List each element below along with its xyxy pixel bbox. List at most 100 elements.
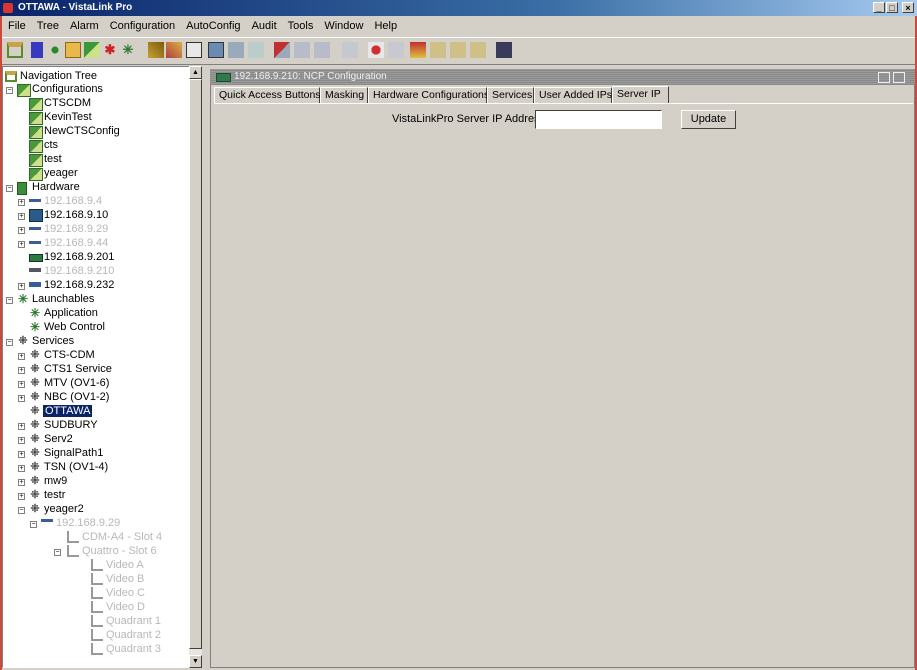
expand-service[interactable]: + <box>18 395 25 402</box>
alarm-icon[interactable]: ✱ <box>102 42 118 58</box>
alarm-config-icon[interactable] <box>274 42 290 58</box>
restore-icon[interactable] <box>878 72 890 83</box>
tree-scrollbar[interactable]: ▲ ▼ <box>189 66 202 668</box>
tree-device-item[interactable]: 192.168.9.29 <box>56 516 120 530</box>
tree-configurations[interactable]: Configurations <box>32 82 103 96</box>
tree-channel-item[interactable]: Video D <box>106 600 145 614</box>
tree-service-item[interactable]: CTS-CDM <box>44 348 95 362</box>
tree-config-item[interactable]: NewCTSConfig <box>44 124 120 138</box>
expand-service[interactable]: + <box>18 423 25 430</box>
menu-tree[interactable]: Tree <box>31 17 64 32</box>
device-icon[interactable] <box>31 42 43 58</box>
tree-hardware-item[interactable]: 192.168.9.232 <box>44 278 114 292</box>
tree-service-item[interactable]: mw9 <box>44 474 67 488</box>
filter-icon[interactable] <box>228 42 244 58</box>
tab-quick-access-buttons[interactable]: Quick Access Buttons <box>214 87 321 103</box>
menu-tools[interactable]: Tools <box>282 17 319 32</box>
maximize-icon[interactable] <box>893 72 905 83</box>
collapse-launchables[interactable]: − <box>6 297 13 304</box>
tab-user-added-ips[interactable]: User Added IPs <box>534 87 612 103</box>
expand-service[interactable]: + <box>18 353 25 360</box>
tree-launchable-item[interactable]: Application <box>44 306 98 320</box>
collapse-service[interactable]: − <box>18 507 25 514</box>
configuration-icon[interactable] <box>84 42 100 58</box>
open-folder-icon[interactable] <box>65 42 81 58</box>
tree-channel-item[interactable]: Video B <box>106 572 144 586</box>
tree-channel-item[interactable]: Video A <box>106 558 144 572</box>
alarm-log-icon[interactable] <box>314 42 330 58</box>
tree-service-item[interactable]: SignalPath1 <box>44 446 103 460</box>
tree-service-item[interactable]: CTS1 Service <box>44 362 112 376</box>
launch-icon[interactable]: ✳ <box>120 42 136 58</box>
menu-autoconfig[interactable]: AutoConfig <box>180 17 245 32</box>
scroll-up-icon[interactable]: ▲ <box>189 66 202 79</box>
tree-service-item[interactable]: Serv2 <box>44 432 73 446</box>
collapse-configurations[interactable]: − <box>6 87 13 94</box>
windows-icon[interactable] <box>470 42 486 58</box>
tree-channel-item[interactable]: Quadrant 2 <box>106 628 161 642</box>
scroll-down-icon[interactable]: ▼ <box>189 655 202 668</box>
menu-configuration[interactable]: Configuration <box>104 17 180 32</box>
maximize-button[interactable]: □ <box>886 2 898 13</box>
minimize-button[interactable]: _ <box>873 2 885 13</box>
tree-service-item[interactable]: MTV (OV1-6) <box>44 376 109 390</box>
tree-launchable-item[interactable]: Web Control <box>44 320 105 334</box>
tree-service-item[interactable]: testr <box>44 488 65 502</box>
tree-root-label[interactable]: Navigation Tree <box>20 69 97 83</box>
expand-service[interactable]: + <box>18 367 25 374</box>
tree-service-item[interactable]: SUDBURY <box>44 418 98 432</box>
expand-service[interactable]: + <box>18 451 25 458</box>
tree-hardware-item[interactable]: 192.168.9.10 <box>44 208 108 222</box>
tools-icon[interactable] <box>388 42 404 58</box>
expand-device[interactable]: + <box>18 213 25 220</box>
tile-icon[interactable] <box>430 42 446 58</box>
tab-server-ip[interactable]: Server IP <box>612 86 669 104</box>
tree-hardware-item[interactable]: 192.168.9.4 <box>44 194 102 208</box>
window-icon[interactable] <box>186 42 202 58</box>
tree-hardware-item[interactable]: 192.168.9.210 <box>44 264 114 278</box>
tree-service-item-selected[interactable]: OTTAWA <box>43 405 93 417</box>
tree-channel-item[interactable]: Quadrant 3 <box>106 642 161 656</box>
update-button[interactable]: Update <box>681 110 736 129</box>
tree-hardware[interactable]: Hardware <box>32 180 80 194</box>
pane-splitter[interactable] <box>203 66 209 668</box>
tree-config-item[interactable]: test <box>44 152 62 166</box>
tree-hardware-item[interactable]: 192.168.9.201 <box>44 250 114 264</box>
navigation-tree-icon[interactable] <box>7 42 23 58</box>
server-ip-input[interactable] <box>535 110 662 129</box>
help-icon[interactable] <box>496 42 512 58</box>
expand-service[interactable]: + <box>18 381 25 388</box>
tree-hardware-item[interactable]: 192.168.9.44 <box>44 236 108 250</box>
tree-channel-item[interactable]: Video C <box>106 586 145 600</box>
tree-config-item[interactable]: CTSCDM <box>44 96 91 110</box>
tree-config-item[interactable]: yeager <box>44 166 78 180</box>
expand-device[interactable]: + <box>18 199 25 206</box>
alarm-filter-icon[interactable] <box>294 42 310 58</box>
arrange-icon[interactable] <box>450 42 466 58</box>
cascade-icon[interactable] <box>410 42 426 58</box>
tree-channel-item[interactable]: Quadrant 1 <box>106 614 161 628</box>
menu-audit[interactable]: Audit <box>246 17 282 32</box>
tab-hardware-configurations[interactable]: Hardware Configurations <box>368 87 489 103</box>
tree-hardware-item[interactable]: 192.168.9.29 <box>44 222 108 236</box>
collapse-slot[interactable]: − <box>54 549 61 556</box>
tree-config-item[interactable]: KevinTest <box>44 110 92 124</box>
services-icon[interactable] <box>47 42 63 58</box>
tree-service-item[interactable]: yeager2 <box>44 502 84 516</box>
expand-service[interactable]: + <box>18 493 25 500</box>
tree-service-item[interactable]: NBC (OV1-2) <box>44 390 109 404</box>
tab-services[interactable]: Services <box>487 87 534 103</box>
tree-launchables[interactable]: Launchables <box>32 292 94 306</box>
expand-service[interactable]: + <box>18 437 25 444</box>
expand-device[interactable]: + <box>18 283 25 290</box>
refresh-icon[interactable] <box>368 42 384 58</box>
menu-help[interactable]: Help <box>368 17 402 32</box>
menu-alarm[interactable]: Alarm <box>64 17 104 32</box>
tree-services[interactable]: Services <box>32 334 74 348</box>
collapse-hardware[interactable]: − <box>6 185 13 192</box>
report-icon[interactable] <box>208 42 224 58</box>
audit-icon[interactable] <box>342 42 358 58</box>
expand-service[interactable]: + <box>18 465 25 472</box>
autoconfig-icon[interactable] <box>166 42 182 58</box>
menu-file[interactable]: File <box>2 17 31 32</box>
